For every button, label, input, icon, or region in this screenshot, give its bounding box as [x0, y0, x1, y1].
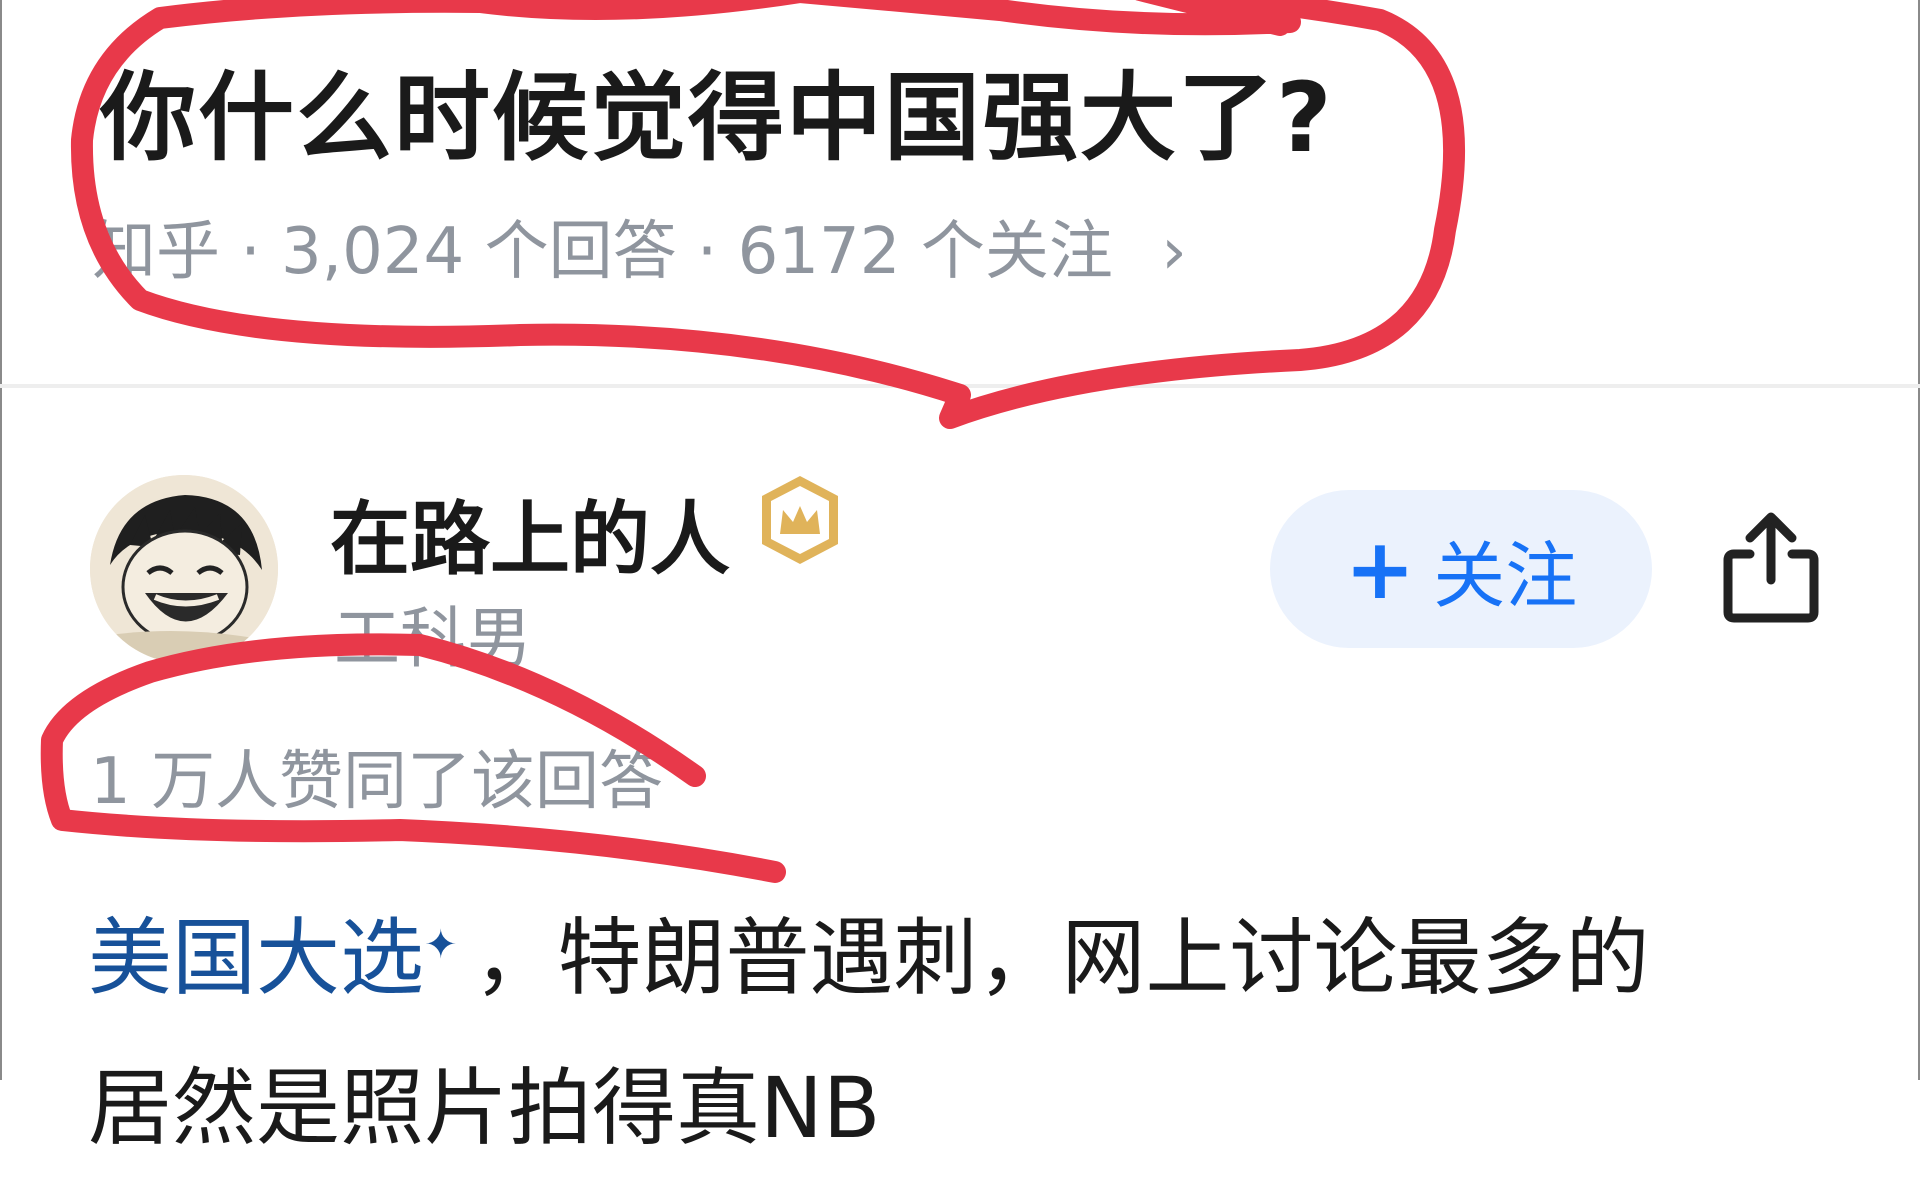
author-tag: 工科男 [334, 600, 532, 677]
chevron-right-icon: › [1161, 215, 1187, 289]
follow-button[interactable]: + 关注 [1270, 490, 1652, 648]
plus-icon: + [1344, 520, 1416, 618]
answer-text-line-2: 居然是照片拍得真NB [88, 1059, 881, 1157]
topic-link-text: 美国大选 [88, 909, 425, 1007]
question-meta-text: 知乎 · 3,024 个回答 · 6172 个关注 [92, 215, 1113, 289]
avatar-illustration-icon [90, 475, 278, 663]
answer-content[interactable]: 美国大选✦ ，特朗普遇刺，网上讨论最多的 居然是照片拍得真NB [88, 870, 1848, 1183]
question-title[interactable]: 你什么时候觉得中国强大了? [100, 40, 1334, 179]
sparkle-icon: ✦ [424, 922, 458, 968]
section-divider [0, 384, 1920, 388]
topic-link[interactable]: 美国大选✦ [88, 909, 474, 1007]
vote-count: 1 万人赞同了该回答 [90, 745, 664, 819]
author-name[interactable]: 在路上的人 [330, 475, 730, 591]
question-meta[interactable]: 知乎 · 3,024 个回答 · 6172 个关注 › [92, 200, 1187, 292]
share-icon[interactable] [1720, 508, 1822, 624]
crown-badge-icon [762, 476, 838, 564]
left-border [0, 0, 2, 1080]
answer-text-line-1: ，特朗普遇刺，网上讨论最多的 [473, 909, 1650, 1007]
follow-button-label: 关注 [1433, 533, 1578, 618]
avatar[interactable] [90, 475, 278, 663]
